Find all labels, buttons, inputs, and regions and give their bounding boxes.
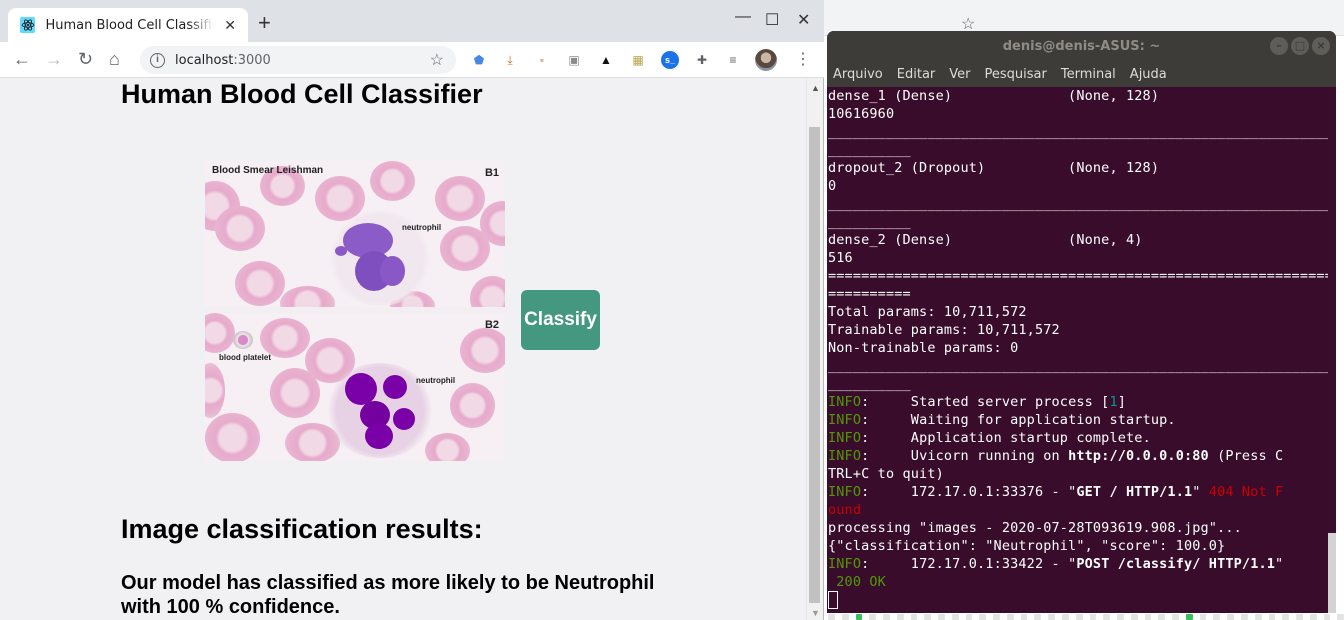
site-info-icon[interactable]: i (150, 52, 165, 68)
scrollbar-thumb[interactable] (809, 127, 820, 603)
blood-platelet-label: blood platelet (219, 353, 271, 362)
browser-window: Human Blood Cell Classifier ✕ + — ☐ ✕ ← … (0, 0, 824, 620)
neutrophil-label-b1: neutrophil (402, 223, 442, 232)
new-tab-button[interactable]: + (258, 12, 271, 34)
page-content: Human Blood Cell Classifier Blood Smear … (0, 79, 806, 620)
desktop: ☆ Human Blood Cell Classifier ✕ + — ☐ ✕ … (0, 0, 1344, 620)
crow-extension-icon[interactable]: ▲ (597, 51, 615, 69)
screenshot-extension-icon[interactable]: ▣ (565, 51, 583, 69)
terminal-line: 200 OK (828, 574, 886, 590)
smear-title-label: Blood Smear Leishman (212, 165, 324, 176)
profile-avatar[interactable] (755, 49, 777, 71)
terminal-line: dense_2 (Dense) (None, 4) (828, 232, 1143, 248)
terminal-line: ========================================… (828, 268, 1336, 284)
back-button[interactable]: ← (13, 49, 31, 69)
terminal-line: ound (828, 502, 862, 518)
browser-toolbar: ← → ↻ ⌂ i localhost:3000 ☆ ⬟ ⤓ ▪ ▣ ▲ ▦ s_ ✚ ≡ ⋮ (0, 42, 824, 78)
classification-result-text: Our model has classified as more likely … (121, 572, 655, 618)
menu-pesquisar[interactable]: Pesquisar (985, 67, 1047, 82)
box-face-extension-icon[interactable]: ▪ (533, 51, 551, 69)
puzzle-extension-icon[interactable]: ✚ (693, 51, 711, 69)
terminal-menubar: Arquivo Editar Ver Pesquisar Terminal Aj… (827, 61, 1336, 87)
terminal-line: Total params: 10,711,572 (828, 304, 1027, 320)
menu-editar[interactable]: Editar (897, 67, 936, 82)
terminal-output[interactable]: dense_1 (Dense) (None, 128) 10616960 _____… (828, 87, 1336, 609)
terminal-line: INFO: Application startup complete. (828, 430, 1151, 446)
terminal-line: INFO: 172.17.0.1:33422 - "POST /classify… (828, 556, 1284, 572)
terminal-scrollbar[interactable] (1328, 87, 1336, 613)
terminal-line: processing "images - 2020-07-28T093619.9… (828, 520, 1242, 536)
terminal-scrollbar-thumb[interactable] (1328, 533, 1336, 613)
url-text: localhost:3000 (175, 52, 271, 68)
tab-title: Human Blood Cell Classifier (45, 17, 215, 33)
bookmark-star-icon[interactable]: ☆ (430, 50, 444, 70)
neutrophil-label-b2: neutrophil (416, 376, 456, 385)
page-title: Human Blood Cell Classifier (121, 79, 483, 109)
terminal-extension-icon[interactable]: s_ (661, 51, 679, 69)
image-extension-icon[interactable]: ▦ (629, 51, 647, 69)
smear-panel-b1: Blood Smear Leishman B1 neutrophil (205, 161, 505, 307)
terminal-line: dense_1 (Dense) (None, 128) (828, 88, 1160, 104)
menu-arquivo[interactable]: Arquivo (833, 67, 883, 82)
terminal-line: ________________________________________… (828, 196, 1336, 212)
forward-button[interactable]: → (45, 49, 63, 69)
media-queue-icon[interactable]: ≡ (724, 51, 742, 69)
terminal-line: ========== (828, 286, 911, 302)
scroll-up-arrow-icon[interactable]: ▲ (811, 83, 820, 93)
browser-menu-icon[interactable]: ⋮ (795, 50, 811, 70)
close-window-button[interactable]: ✕ (797, 10, 810, 30)
react-logo-icon (20, 17, 36, 33)
terminal-line: 516 (828, 250, 853, 266)
terminal-line: __________ (828, 214, 911, 230)
panel-b2-label: B2 (484, 319, 499, 331)
panel-b1-label: B1 (484, 167, 499, 179)
terminal-line: ________________________________________… (828, 124, 1336, 140)
blue-shield-extension-icon[interactable]: ⬟ (470, 51, 488, 69)
home-button[interactable]: ⌂ (109, 49, 120, 69)
menu-terminal[interactable]: Terminal (1061, 67, 1116, 82)
terminal-line: dropout_2 (Dropout) (None, 128) (828, 160, 1160, 176)
maximize-window-button[interactable]: ☐ (765, 10, 779, 30)
terminal-line: ________________________________________… (828, 358, 1336, 374)
smear-panel-b2: B2 blood platelet neutrophil (205, 313, 505, 461)
results-heading: Image classification results: (121, 514, 483, 544)
terminal-titlebar[interactable]: denis@denis-ASUS: ~ – □ × (827, 31, 1336, 61)
minimize-window-button[interactable]: — (735, 8, 751, 26)
tab-bar: Human Blood Cell Classifier ✕ + — ☐ ✕ (0, 0, 824, 42)
terminal-line: 0 (828, 178, 837, 194)
page-scrollbar[interactable]: ▲ ▼ (806, 79, 823, 620)
menu-ajuda[interactable]: Ajuda (1130, 67, 1167, 82)
address-bar[interactable]: i localhost:3000 ☆ (140, 46, 456, 74)
terminal-line: Trainable params: 10,711,572 (828, 322, 1060, 338)
close-tab-icon[interactable]: ✕ (224, 17, 236, 34)
terminal-title: denis@denis-ASUS: ~ (1002, 38, 1161, 54)
terminal-window: denis@denis-ASUS: ~ – □ × Arquivo Editar… (827, 31, 1336, 613)
download-extension-icon[interactable]: ⤓ (501, 51, 519, 69)
reload-button[interactable]: ↻ (78, 49, 93, 69)
terminal-close-button[interactable]: × (1312, 37, 1330, 55)
terminal-cursor (828, 591, 838, 609)
terminal-minimize-button[interactable]: – (1270, 37, 1288, 55)
terminal-line: INFO: Started server process [1] (828, 394, 1127, 410)
terminal-line: __________ (828, 376, 911, 392)
menu-ver[interactable]: Ver (949, 67, 970, 82)
terminal-line: INFO: Uvicorn running on http://0.0.0.0:… (828, 448, 1284, 464)
terminal-line: __________ (828, 142, 911, 158)
scroll-down-arrow-icon[interactable]: ▼ (811, 608, 820, 618)
classify-button[interactable]: Classify (521, 290, 600, 350)
tab-blood-cell-classifier[interactable]: Human Blood Cell Classifier ✕ (8, 8, 248, 42)
terminal-prompt-line[interactable] (828, 591, 1328, 609)
terminal-line: Non-trainable params: 0 (828, 340, 1019, 356)
blood-smear-image: Blood Smear Leishman B1 neutrophil B2 bl… (205, 161, 505, 461)
terminal-line: 10616960 (828, 106, 895, 122)
terminal-line: {"classification": "Neutrophil", "score"… (828, 538, 1226, 554)
terminal-window-controls: – □ × (1270, 37, 1330, 55)
terminal-line: TRL+C to quit) (828, 466, 944, 482)
terminal-maximize-button[interactable]: □ (1291, 37, 1309, 55)
terminal-line: INFO: Waiting for application startup. (828, 412, 1176, 428)
terminal-line: INFO: 172.17.0.1:33376 - "GET / HTTP/1.1… (828, 484, 1284, 500)
